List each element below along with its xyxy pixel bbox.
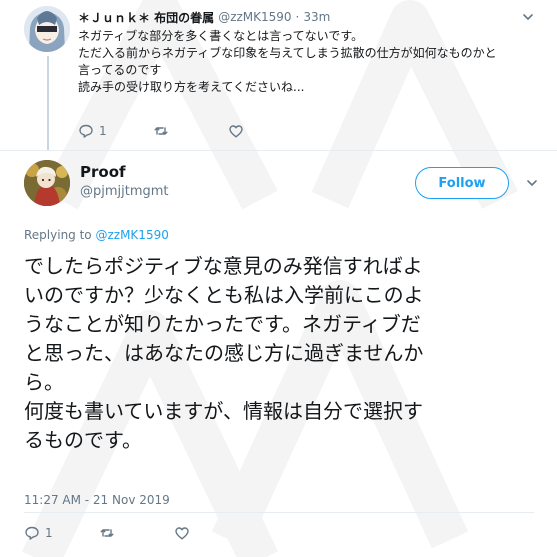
- like-icon: [175, 527, 189, 540]
- retweet-icon: [154, 127, 168, 135]
- follow-button[interactable]: Follow: [415, 167, 509, 199]
- tweet-time[interactable]: 33m: [303, 10, 330, 24]
- reply-icon: [25, 526, 39, 540]
- author-name[interactable]: ＊Ｊｕｎｋ＊ 布団の眷属: [78, 9, 214, 26]
- reply-text-line: ネガティブな部分を多く書くなとは言ってないです。: [78, 29, 364, 43]
- tweet-text-line: いのですか？少なくとも私は入学前にこのよ: [24, 283, 424, 307]
- tweet-divider: [0, 150, 557, 151]
- replying-to-label: Replying to: [24, 228, 92, 242]
- tweet-text-line: ら。: [24, 370, 64, 394]
- author-name[interactable]: Proof: [80, 163, 126, 181]
- retweet-button[interactable]: [99, 525, 174, 541]
- tweet-timestamp[interactable]: 11:27 AM - 21 Nov 2019: [24, 493, 170, 507]
- reply-text-line: 読み手の受け取り方を考えてくださいね...: [78, 80, 305, 94]
- reply-count: 1: [45, 526, 53, 540]
- tweet-text-line: るものです。: [24, 428, 142, 452]
- like-button[interactable]: [228, 123, 244, 139]
- chevron-down-icon[interactable]: [521, 10, 535, 24]
- anime-character-avatar-image: [24, 160, 70, 206]
- tweet-text-line: でしたらポジティブな意見のみ発信すればよ: [24, 254, 423, 278]
- chevron-down-icon[interactable]: [525, 176, 539, 190]
- separator-dot: ·: [295, 10, 300, 24]
- reply-tweet: ＊Ｊｕｎｋ＊ 布団の眷属 @zzMK1590 · 33m ネガティブな部分を多く…: [0, 0, 557, 150]
- avatar[interactable]: [24, 6, 70, 52]
- reply-icon: [79, 124, 93, 138]
- anime-character-avatar-image: [24, 6, 70, 52]
- retweet-button[interactable]: [153, 123, 228, 139]
- like-button[interactable]: [174, 525, 190, 541]
- avatar[interactable]: [24, 160, 70, 206]
- tweet-divider: [24, 512, 534, 513]
- reply-text-line: ただ入る前からネガティブな印象を与えてしまう拡散の仕方が如何なものかと: [78, 46, 497, 60]
- reply-count: 1: [99, 124, 107, 138]
- replying-to: Replying to @zzMK1590: [24, 228, 169, 242]
- reply-button[interactable]: 1: [24, 525, 99, 541]
- thread-line: [47, 56, 49, 150]
- tweet-text-line: と思った、はあなたの感じ方に過ぎませんか: [24, 341, 424, 365]
- mention-link[interactable]: @zzMK1590: [95, 228, 168, 242]
- tweet-text: でしたらポジティブな意見のみ発信すればよ いのですか？少なくとも私は入学前にこの…: [24, 252, 544, 455]
- author-handle[interactable]: @zzMK1590: [218, 10, 291, 24]
- tweet-text-line: 何度も書いていますが、情報は自分で選択す: [24, 399, 423, 423]
- main-tweet-actions: 1: [24, 524, 190, 542]
- retweet-icon: [100, 529, 114, 537]
- reply-text-line: 言ってるのです: [78, 63, 162, 77]
- reply-tweet-actions: 1: [78, 122, 244, 140]
- author-handle[interactable]: @pjmjjtmgmt: [80, 184, 169, 199]
- like-icon: [229, 125, 243, 138]
- reply-button[interactable]: 1: [78, 123, 153, 139]
- reply-tweet-text: ネガティブな部分を多く書くなとは言ってないです。 ただ入る前からネガティブな印象…: [78, 28, 538, 96]
- tweet-text-line: うなことが知りたかったです。ネガティブだ: [24, 312, 421, 336]
